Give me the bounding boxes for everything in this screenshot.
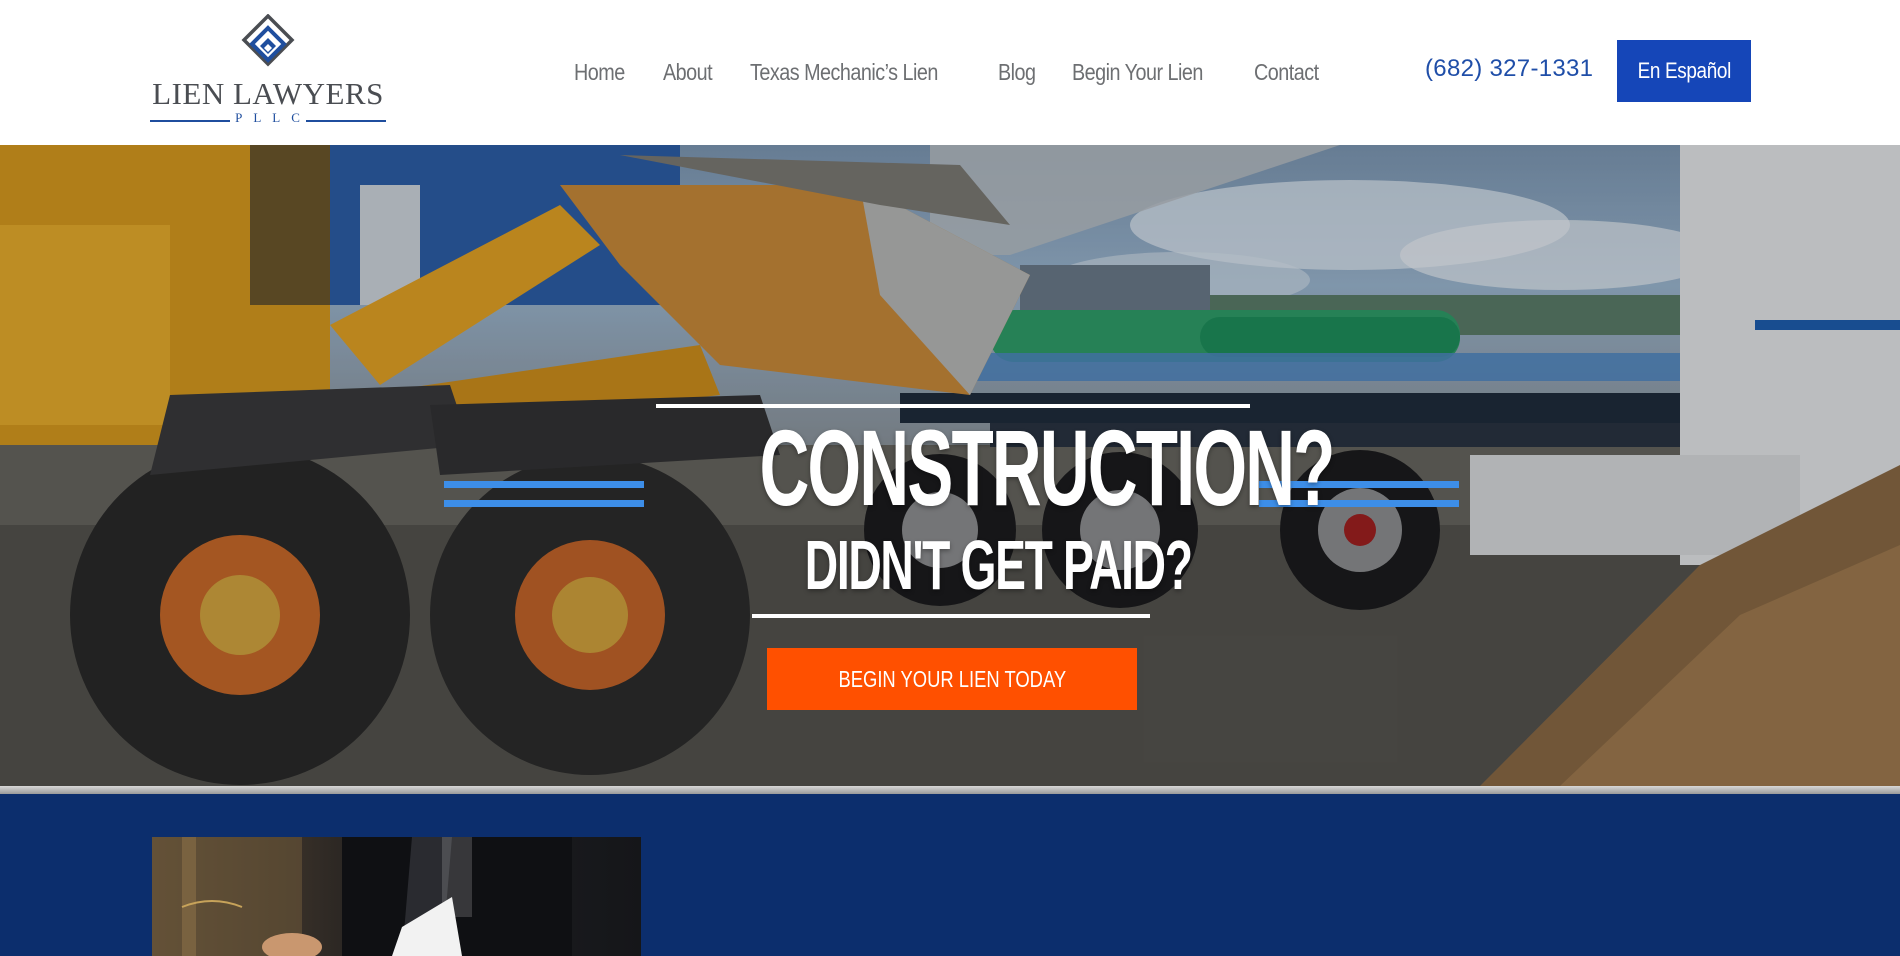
cta-label: BEGIN YOUR LIEN TODAY xyxy=(838,665,1066,692)
nav-item-about[interactable]: About xyxy=(663,59,713,86)
nav-item-contact[interactable]: Contact xyxy=(1254,59,1319,86)
lawyer-photo-art xyxy=(152,837,572,956)
hero-left-accent-bar-2 xyxy=(444,500,644,507)
site-header: LIEN LAWYERS PLLC Home About Texas Mecha… xyxy=(0,0,1900,145)
hero-banner: CONSTRUCTION? DIDN'T GET PAID? BEGIN YOU… xyxy=(0,145,1900,786)
espanol-button-label: En Español xyxy=(1637,58,1731,83)
hero-subheadline: DIDN'T GET PAID? xyxy=(804,526,1193,604)
nested-diamond-icon xyxy=(241,14,295,67)
hero-left-accent-bar-1 xyxy=(444,481,644,488)
logo-subtitle: PLLC xyxy=(235,110,311,125)
hero-bottom-rule xyxy=(752,614,1150,618)
section-divider xyxy=(0,786,1900,794)
espanol-button[interactable]: En Español xyxy=(1617,40,1751,102)
logo-wordmark: LIEN LAWYERS xyxy=(152,76,384,111)
site-logo[interactable]: LIEN LAWYERS PLLC xyxy=(150,14,386,128)
nav-item-blog[interactable]: Blog xyxy=(998,59,1036,86)
begin-lien-cta-button[interactable]: BEGIN YOUR LIEN TODAY xyxy=(767,648,1137,710)
lawyer-signing-photo xyxy=(152,837,641,956)
nav-item-begin-your-lien[interactable]: Begin Your Lien xyxy=(1072,59,1203,86)
hero-headline: CONSTRUCTION? xyxy=(759,407,1335,528)
phone-link[interactable]: (682) 327-1331 xyxy=(1425,55,1593,83)
nav-item-home[interactable]: Home xyxy=(574,59,625,86)
main-nav: Home About Texas Mechanic’s Lien Blog Be… xyxy=(574,57,1329,87)
nav-item-texas-mechanics-lien[interactable]: Texas Mechanic’s Lien xyxy=(750,59,938,86)
about-section xyxy=(0,794,1900,956)
